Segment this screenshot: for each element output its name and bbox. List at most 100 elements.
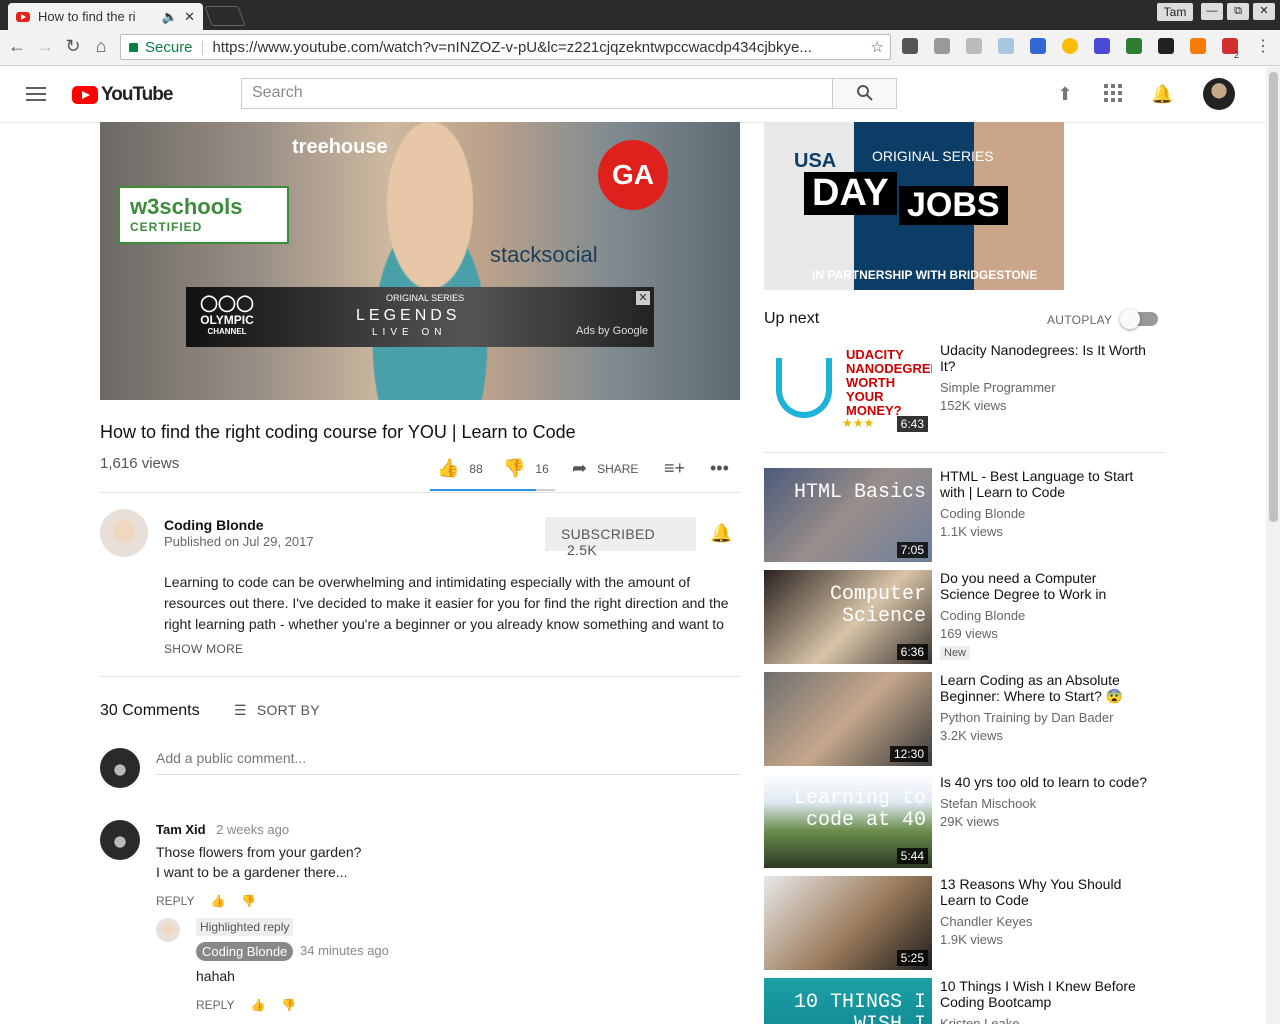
- add-comment-input[interactable]: Add a public comment...: [156, 750, 740, 775]
- autoplay-label: AUTOPLAY: [1047, 313, 1113, 327]
- w3schools-logo: w3schools CERTIFIED: [118, 186, 289, 244]
- channel-bell-icon[interactable]: 🔔: [710, 523, 732, 544]
- extension-icon-8[interactable]: [1126, 38, 1142, 54]
- comment-time[interactable]: 2 weeks ago: [216, 822, 289, 837]
- publish-date: Published on Jul 29, 2017: [164, 534, 314, 549]
- reply-button[interactable]: REPLY: [156, 894, 194, 908]
- extension-icon-7[interactable]: [1094, 38, 1110, 54]
- reply-avatar[interactable]: [156, 918, 180, 942]
- share-button[interactable]: ➦ SHARE: [572, 458, 638, 479]
- up-next-info[interactable]: 10 Things I Wish I Knew Before Coding Bo…: [940, 978, 1150, 1024]
- home-icon[interactable]: ⌂: [90, 36, 112, 57]
- comment-dislike-icon[interactable]: 👎: [281, 998, 296, 1012]
- browser-tab[interactable]: How to find the ri 🔈 ✕: [8, 3, 203, 30]
- thumbs-down-icon: 👎: [503, 458, 526, 478]
- up-next-info[interactable]: HTML - Best Language to Start with | Lea…: [940, 468, 1150, 541]
- video-thumbnail[interactable]: Learning to code at 40 5:44: [764, 774, 932, 868]
- address-bar[interactable]: Secure | https://www.youtube.com/watch?v…: [120, 34, 891, 60]
- commenter-avatar[interactable]: [100, 820, 140, 860]
- channel-name[interactable]: Coding Blonde: [164, 517, 264, 533]
- comment-dislike-icon[interactable]: 👎: [241, 894, 256, 908]
- video-thumbnail[interactable]: UDACITY NANODEGREES: WORTH YOUR MONEY? ★…: [764, 342, 932, 436]
- minimize-button[interactable]: —: [1201, 3, 1223, 20]
- video-thumbnail[interactable]: Computer Science 6:36: [764, 570, 932, 664]
- subscribed-button[interactable]: SUBSCRIBED 2.5K: [545, 517, 696, 558]
- sort-by-button[interactable]: ☰ SORT BY: [234, 702, 320, 719]
- more-actions-button[interactable]: •••: [710, 458, 739, 479]
- video-thumbnail[interactable]: HTML Basics 7:05: [764, 468, 932, 562]
- comment-line: I want to be a gardener there...: [156, 864, 348, 880]
- up-next-info[interactable]: Do you need a Computer Science Degree to…: [940, 570, 1150, 661]
- divider: [100, 676, 740, 677]
- notifications-bell-icon[interactable]: 🔔: [1151, 84, 1173, 104]
- extension-icon-3[interactable]: [966, 38, 982, 54]
- chrome-extension-icon[interactable]: [1062, 38, 1078, 54]
- restore-button[interactable]: ⧉: [1227, 3, 1249, 20]
- treehouse-logo: treehouse: [292, 136, 388, 158]
- comment-author[interactable]: Tam Xid: [156, 822, 206, 837]
- reply-button[interactable]: REPLY: [196, 998, 234, 1012]
- hamburger-menu-icon[interactable]: [26, 87, 46, 105]
- up-next-info[interactable]: Learn Coding as an Absolute Beginner: Wh…: [940, 672, 1150, 745]
- like-button[interactable]: 👍 88: [437, 458, 483, 479]
- profile-button[interactable]: Tam: [1157, 3, 1193, 21]
- duration: 6:43: [896, 416, 928, 432]
- chrome-menu-icon[interactable]: ⋮: [1252, 36, 1274, 56]
- stars-icon: ★★★: [842, 416, 875, 430]
- scrollbar-thumb[interactable]: [1269, 72, 1278, 522]
- show-more-button[interactable]: SHOW MORE: [164, 642, 243, 656]
- channel-text: CHANNEL: [207, 327, 247, 336]
- add-to-playlist-button[interactable]: ≡+: [664, 458, 695, 479]
- ublock-extension-icon[interactable]: [902, 38, 918, 54]
- video-thumbnail[interactable]: 10 THINGS I WISH I: [764, 978, 932, 1024]
- extension-icon-2[interactable]: [934, 38, 950, 54]
- close-window-button[interactable]: ✕: [1253, 3, 1275, 20]
- dislike-button[interactable]: 👎 16: [503, 458, 549, 479]
- user-avatar[interactable]: [1203, 78, 1235, 110]
- search-input[interactable]: Search: [241, 78, 833, 109]
- ad-day-text: DAY: [804, 172, 897, 215]
- speaker-icon[interactable]: 🔈: [162, 9, 178, 25]
- new-tab-button[interactable]: [204, 6, 246, 26]
- youtube-logo[interactable]: YouTube: [72, 84, 173, 106]
- up-next-info[interactable]: Is 40 yrs too old to learn to code? Stefa…: [940, 774, 1150, 831]
- forward-icon[interactable]: →: [34, 36, 56, 57]
- thumb-text: HTML Basics: [793, 481, 926, 504]
- video-ad-overlay[interactable]: ◯◯◯ OLYMPIC CHANNEL ORIGINAL SERIES LEGE…: [186, 287, 654, 347]
- comment-line: Those flowers from your garden?: [156, 844, 362, 860]
- comment-like-icon[interactable]: 👍: [210, 894, 225, 908]
- apps-grid-icon[interactable]: [1103, 84, 1123, 104]
- back-icon[interactable]: ←: [6, 36, 28, 57]
- duration: 7:05: [896, 542, 928, 558]
- search-button[interactable]: [832, 78, 897, 109]
- extension-icon-9[interactable]: [1158, 38, 1174, 54]
- extension-icon-4[interactable]: [998, 38, 1014, 54]
- ad-live-on: LIVE ON: [372, 327, 447, 338]
- video-thumbnail[interactable]: 12:30: [764, 672, 932, 766]
- comment-like-icon[interactable]: 👍: [250, 998, 265, 1012]
- video-thumbnail[interactable]: 5:25: [764, 876, 932, 970]
- view-count: 3.2K views: [940, 728, 1003, 743]
- sidebar-ad-banner[interactable]: USA ORIGINAL SERIES DAY JOBS IN PARTNERS…: [764, 122, 1064, 290]
- comment-text: Those flowers from your garden? I want t…: [156, 842, 361, 882]
- bookmark-star-icon[interactable]: ☆: [871, 38, 884, 56]
- tab-title: How to find the ri: [38, 9, 136, 24]
- subscriber-count: 2.5K: [567, 542, 597, 558]
- extension-icon-5[interactable]: [1030, 38, 1046, 54]
- page-scrollbar[interactable]: [1266, 67, 1280, 1024]
- up-next-info[interactable]: Udacity Nanodegrees: Is It Worth It? Sim…: [940, 342, 1150, 415]
- video-title: 10 Things I Wish I Knew Before Coding Bo…: [940, 978, 1136, 1010]
- autoplay-toggle[interactable]: [1120, 309, 1158, 329]
- up-next-info[interactable]: 13 Reasons Why You Should Learn to Code C…: [940, 876, 1150, 949]
- vlc-extension-icon[interactable]: [1190, 38, 1206, 54]
- upload-icon[interactable]: ⬆: [1055, 84, 1075, 104]
- general-assembly-logo: GA: [598, 140, 668, 210]
- reply-author-badge[interactable]: Coding Blonde: [196, 942, 294, 961]
- channel-avatar[interactable]: [100, 509, 148, 557]
- reload-icon[interactable]: ↻: [62, 36, 84, 57]
- ad-close-icon[interactable]: ✕: [636, 291, 650, 305]
- video-player[interactable]: treehouse w3schools CERTIFIED GA stackso…: [100, 122, 740, 400]
- channel-name: Stefan Mischook: [940, 796, 1037, 811]
- tab-close-icon[interactable]: ✕: [184, 9, 195, 25]
- reply-time[interactable]: 34 minutes ago: [300, 943, 389, 958]
